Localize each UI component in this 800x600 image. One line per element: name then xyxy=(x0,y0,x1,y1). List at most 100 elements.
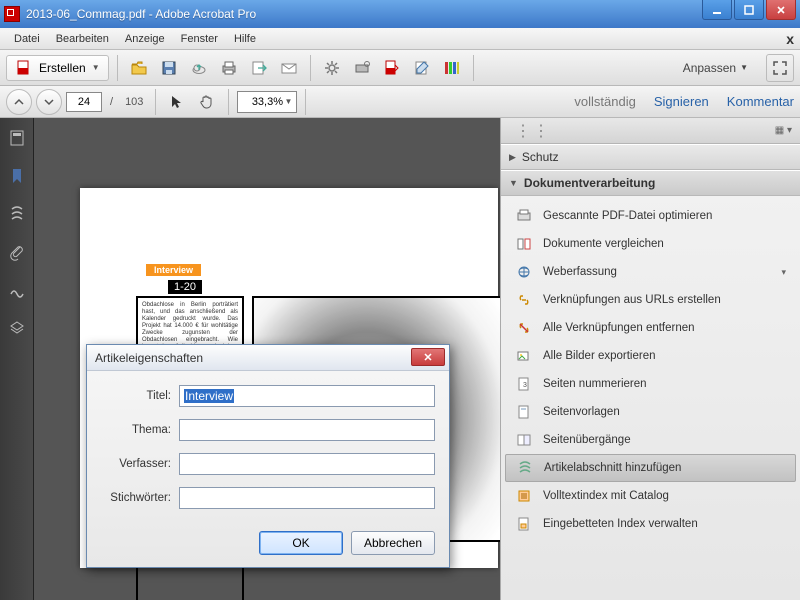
layers-icon[interactable] xyxy=(7,318,27,338)
link-icon xyxy=(515,291,533,309)
tool-add-article-section[interactable]: Artikelabschnitt hinzufügen xyxy=(505,454,796,482)
email-button[interactable] xyxy=(276,55,302,81)
tool-optimize-scanned[interactable]: Gescannte PDF-Datei optimieren xyxy=(505,202,796,230)
zoom-value: 33,3% xyxy=(252,96,283,108)
dialog-titlebar[interactable]: Artikeleigenschaften ✕ xyxy=(87,345,449,371)
save-button[interactable] xyxy=(156,55,182,81)
chevron-right-icon: ▶ xyxy=(509,152,516,163)
page-number-icon: 3 xyxy=(515,375,533,393)
app-icon xyxy=(4,6,20,22)
sign-link[interactable]: Signieren xyxy=(654,94,709,109)
chevron-down-icon: ▼ xyxy=(509,178,518,188)
stichwoerter-input[interactable] xyxy=(179,487,435,509)
bookmarks-icon[interactable] xyxy=(7,166,27,186)
cloud-button[interactable] xyxy=(186,55,212,81)
dialog-title: Artikeleigenschaften xyxy=(95,351,203,365)
edit-text-button[interactable] xyxy=(409,55,435,81)
article-box-1-label: 1-20 xyxy=(168,280,202,294)
compare-icon xyxy=(515,235,533,253)
hand-tool-button[interactable] xyxy=(194,89,220,115)
label-stichwoerter: Stichwörter: xyxy=(101,492,179,504)
tool-create-links[interactable]: Verknüpfungen aus URLs erstellen xyxy=(505,286,796,314)
zoom-select[interactable]: 33,3% ▼ xyxy=(237,91,297,113)
fullscreen-button[interactable] xyxy=(766,54,794,82)
signatures-icon[interactable] xyxy=(7,280,27,300)
document-close-icon[interactable]: x xyxy=(786,31,794,47)
label-titel: Titel: xyxy=(101,390,179,402)
tool-page-transitions[interactable]: Seitenübergänge xyxy=(505,426,796,454)
color-button[interactable] xyxy=(439,55,465,81)
tool-compare-docs[interactable]: Dokumente vergleichen xyxy=(505,230,796,258)
view-full-link[interactable]: vollständig xyxy=(574,94,635,109)
tool-number-pages[interactable]: 3Seiten nummerieren xyxy=(505,370,796,398)
submenu-icon: ▾ xyxy=(781,267,786,278)
dropdown-icon: ▼ xyxy=(740,63,748,72)
tool-export-images[interactable]: Alle Bilder exportieren xyxy=(505,342,796,370)
article-properties-dialog: Artikeleigenschaften ✕ Titel: Interview … xyxy=(86,344,450,568)
close-button[interactable] xyxy=(766,0,796,20)
globe-icon xyxy=(515,263,533,281)
open-button[interactable] xyxy=(126,55,152,81)
page-number-input[interactable] xyxy=(66,92,102,112)
attachments-icon[interactable] xyxy=(7,242,27,262)
menu-bearbeiten[interactable]: Bearbeiten xyxy=(48,31,117,47)
section-dokumentverarbeitung[interactable]: ▼ Dokumentverarbeitung xyxy=(501,170,800,196)
tool-web-capture[interactable]: Weberfassung▾ xyxy=(505,258,796,286)
catalog-icon xyxy=(515,487,533,505)
dropdown-icon: ▼ xyxy=(285,97,293,106)
svg-text:3: 3 xyxy=(523,382,527,389)
create-button[interactable]: Erstellen ▼ xyxy=(6,55,109,81)
customize-button[interactable]: Anpassen ▼ xyxy=(675,58,756,78)
section-dokverarb-label: Dokumentverarbeitung xyxy=(524,176,655,190)
menu-fenster[interactable]: Fenster xyxy=(173,31,226,47)
template-icon xyxy=(515,403,533,421)
panel-menu-icon[interactable]: ▦ ▾ xyxy=(775,125,792,136)
titel-input[interactable]: Interview xyxy=(179,385,435,407)
page-up-button[interactable] xyxy=(6,89,32,115)
section-schutz[interactable]: ▶ Schutz xyxy=(501,144,800,170)
gear-button[interactable] xyxy=(319,55,345,81)
toolbar-main: Erstellen ▼ Anpassen ▼ xyxy=(0,50,800,86)
menu-datei[interactable]: Datei xyxy=(6,31,48,47)
label-thema: Thema: xyxy=(101,424,179,436)
label-verfasser: Verfasser: xyxy=(101,458,179,470)
dialog-close-button[interactable]: ✕ xyxy=(411,348,445,366)
page-total: 103 xyxy=(125,96,143,108)
tool-embedded-index[interactable]: Eingebetteten Index verwalten xyxy=(505,510,796,538)
section-schutz-label: Schutz xyxy=(522,150,559,164)
comment-link[interactable]: Kommentar xyxy=(727,94,794,109)
window-titlebar: 2013-06_Commag.pdf - Adobe Acrobat Pro xyxy=(0,0,800,28)
menu-hilfe[interactable]: Hilfe xyxy=(226,31,264,47)
menu-anzeige[interactable]: Anzeige xyxy=(117,31,173,47)
tool-fulltext-index[interactable]: Volltextindex mit Catalog xyxy=(505,482,796,510)
thema-input[interactable] xyxy=(179,419,435,441)
tool-page-templates[interactable]: Seitenvorlagen xyxy=(505,398,796,426)
print-production-button[interactable] xyxy=(349,55,375,81)
window-title: 2013-06_Commag.pdf - Adobe Acrobat Pro xyxy=(26,7,256,21)
articles-icon[interactable] xyxy=(7,204,27,224)
tools-panel-header: ⋮⋮ ▦ ▾ xyxy=(501,118,800,144)
select-tool-button[interactable] xyxy=(164,89,190,115)
maximize-button[interactable] xyxy=(734,0,764,20)
page-sep: / xyxy=(110,96,113,108)
minimize-button[interactable] xyxy=(702,0,732,20)
tool-remove-links[interactable]: Alle Verknüpfungen entfernen xyxy=(505,314,796,342)
navigation-pane xyxy=(0,118,34,600)
scanner-icon xyxy=(515,207,533,225)
tool-list: Gescannte PDF-Datei optimieren Dokumente… xyxy=(501,196,800,544)
share-button[interactable] xyxy=(246,55,272,81)
toolbar-nav: / 103 33,3% ▼ vollständig Signieren Komm… xyxy=(0,86,800,118)
export-pdf-button[interactable] xyxy=(379,55,405,81)
page-down-button[interactable] xyxy=(36,89,62,115)
thumbnails-icon[interactable] xyxy=(7,128,27,148)
images-icon xyxy=(515,347,533,365)
customize-label: Anpassen xyxy=(683,61,736,75)
cancel-button[interactable]: Abbrechen xyxy=(351,531,435,555)
print-button[interactable] xyxy=(216,55,242,81)
create-label: Erstellen xyxy=(39,61,86,75)
verfasser-input[interactable] xyxy=(179,453,435,475)
tools-panel: ⋮⋮ ▦ ▾ ▶ Schutz ▼ Dokumentverarbeitung G… xyxy=(500,118,800,600)
ok-button[interactable]: OK xyxy=(259,531,343,555)
section-header-tab: Interview xyxy=(146,264,201,276)
dropdown-icon: ▼ xyxy=(92,63,100,72)
